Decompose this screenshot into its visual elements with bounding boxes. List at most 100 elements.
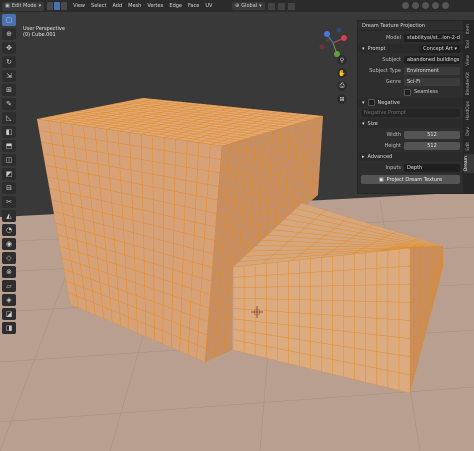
select-mode-group — [47, 2, 68, 10]
viewport-info: User Perspective (0) Cube.001 — [23, 26, 65, 38]
zoom-icon[interactable]: ⚲ — [337, 55, 347, 65]
tab-blenderkit[interactable]: BlenderKit — [466, 70, 471, 97]
transform-orientation-dropdown[interactable]: ⊕ Global ▾ — [232, 2, 265, 10]
mode-selector[interactable]: ▣ Edit Mode ▾ — [2, 1, 45, 11]
tab-item[interactable]: Item — [466, 22, 471, 36]
chevron-down-icon: ▾ — [362, 99, 365, 106]
menu-face[interactable]: Face — [188, 3, 199, 9]
move-tool-icon[interactable]: ✥ — [2, 42, 16, 54]
rotate-tool-icon[interactable]: ↻ — [2, 56, 16, 68]
width-field[interactable]: 512 — [404, 130, 460, 139]
shrink-tool-icon[interactable]: ⊗ — [2, 266, 16, 278]
paint-tool-icon[interactable]: ◨ — [2, 322, 16, 334]
camera-icon[interactable]: ⎙ — [337, 81, 347, 91]
grid-icon[interactable]: ⊞ — [337, 94, 347, 104]
inputs-dropdown[interactable]: Depth — [404, 163, 460, 172]
chevron-down-icon: ▾ — [362, 45, 365, 52]
xray-icon[interactable] — [422, 2, 429, 9]
size-section-header[interactable]: ▾ Size — [358, 119, 463, 128]
inset-tool-icon[interactable]: ◫ — [2, 154, 16, 166]
proportional-edit-icon[interactable] — [287, 2, 295, 10]
genre-row: Genre Sci-Fi — [361, 77, 460, 86]
tab-dream[interactable]: Dream — [463, 154, 474, 174]
subject-type-row: Subject Type Environment — [361, 66, 460, 75]
seamless-checkbox[interactable] — [404, 88, 411, 96]
visibility-icon[interactable] — [402, 2, 409, 9]
tab-tool[interactable]: Tool — [466, 38, 471, 51]
tab-view[interactable]: View — [466, 53, 471, 68]
extrude-tool-icon[interactable]: ⬒ — [2, 140, 16, 152]
dream-texture-panel: Dream Texture Projection Model stability… — [357, 20, 464, 194]
shear-tool-icon[interactable]: ▱ — [2, 280, 16, 292]
panel-title: Dream Texture Projection — [358, 21, 463, 31]
add-cube-tool-icon[interactable]: ◧ — [2, 126, 16, 138]
header-bar: ▣ Edit Mode ▾ View Select Add Mesh Verte… — [0, 0, 474, 12]
subject-label: Subject — [382, 56, 401, 63]
snap-icon[interactable] — [277, 2, 285, 10]
vertex-select-icon[interactable] — [47, 2, 54, 10]
orientation-label: Global — [241, 3, 258, 9]
height-field[interactable]: 512 — [404, 141, 460, 150]
overlay-icon[interactable] — [412, 2, 419, 9]
transform-tool-icon[interactable]: ⊞ — [2, 84, 16, 96]
inputs-label: Inputs — [385, 164, 401, 171]
annotate-tool-icon[interactable]: ✎ — [2, 98, 16, 110]
prompt-preset-dropdown[interactable]: Concept Art ▾ — [420, 44, 460, 53]
knife-tool-icon[interactable]: ✂ — [2, 196, 16, 208]
edge-select-icon[interactable] — [54, 2, 61, 10]
tab-dev[interactable]: Dev — [466, 125, 471, 138]
menu-uv[interactable]: UV — [205, 3, 212, 9]
tab-hardops[interactable]: HardOps — [466, 99, 471, 123]
menu-mesh[interactable]: Mesh — [128, 3, 141, 9]
menu-add[interactable]: Add — [112, 3, 122, 9]
advanced-section-header[interactable]: ▸ Advanced — [358, 152, 463, 161]
genre-label: Genre — [385, 78, 401, 85]
advanced-section-label: Advanced — [367, 153, 393, 160]
hand-pan-icon[interactable]: ✋ — [337, 68, 347, 78]
model-dropdown[interactable]: stabilityai/st...ion-2-depth — [404, 33, 460, 42]
project-dream-texture-button[interactable]: ▣ Project Dream Texture — [361, 175, 460, 184]
bevel-tool-icon[interactable]: ◩ — [2, 168, 16, 180]
tool-shelf: ▢ ⊕ ✥ ↻ ⇲ ⊞ ✎ ◺ ◧ ⬒ ◫ ◩ ⊟ ✂ ◭ ◔ ◉ ◇ ⊗ ▱ … — [2, 14, 18, 334]
subject-type-dropdown[interactable]: Environment — [404, 66, 460, 75]
select-box-icon[interactable]: ▢ — [2, 14, 16, 26]
menu-view[interactable]: View — [73, 3, 85, 9]
scale-tool-icon[interactable]: ⇲ — [2, 70, 16, 82]
inputs-row: Inputs Depth — [361, 163, 460, 172]
negative-section-header[interactable]: ▾ Negative — [358, 98, 463, 107]
measure-tool-icon[interactable]: ◺ — [2, 112, 16, 124]
shading-solid-icon[interactable] — [432, 2, 439, 9]
seamless-label: Seamless — [414, 89, 438, 95]
tab-edit[interactable]: Edit — [466, 140, 471, 153]
sidebar-tabs: Item Tool View BlenderKit HardOps Dev Ed… — [463, 20, 474, 194]
width-label: Width — [386, 131, 401, 138]
face-select-icon[interactable] — [61, 2, 68, 10]
seamless-row[interactable]: Seamless — [404, 88, 460, 96]
edit-mode-icon: ▣ — [5, 3, 10, 9]
shading-material-icon[interactable] — [442, 2, 449, 9]
spin-tool-icon[interactable]: ◔ — [2, 224, 16, 236]
header-menu: View Select Add Mesh Vertex Edge Face UV — [73, 3, 212, 9]
edge-slide-tool-icon[interactable]: ◇ — [2, 252, 16, 264]
navigation-tools: ⚲ ✋ ⎙ ⊞ — [337, 55, 347, 104]
poly-build-tool-icon[interactable]: ◭ — [2, 210, 16, 222]
rip-tool-icon[interactable]: ◈ — [2, 294, 16, 306]
globe-icon: ⊕ — [235, 3, 240, 9]
subject-input[interactable]: abandoned buildings — [404, 55, 460, 64]
menu-vertex[interactable]: Vertex — [147, 3, 163, 9]
cursor-tool-icon[interactable]: ⊕ — [2, 28, 16, 40]
negative-prompt-input[interactable]: Negative Prompt — [361, 109, 460, 117]
genre-dropdown[interactable]: Sci-Fi — [404, 77, 460, 86]
pivot-icon[interactable] — [267, 2, 275, 10]
chevron-down-icon: ▾ — [259, 3, 262, 9]
dream-tool-icon[interactable]: ◪ — [2, 308, 16, 320]
transform-controls: ⊕ Global ▾ — [232, 2, 295, 10]
loop-cut-tool-icon[interactable]: ⊟ — [2, 182, 16, 194]
negative-section-label: Negative — [377, 99, 400, 106]
menu-edge[interactable]: Edge — [169, 3, 182, 9]
smooth-tool-icon[interactable]: ◉ — [2, 238, 16, 250]
model-row: Model stabilityai/st...ion-2-depth — [361, 33, 460, 42]
menu-select[interactable]: Select — [91, 3, 106, 9]
prompt-section-header[interactable]: ▾ Prompt Concept Art ▾ — [358, 44, 463, 53]
negative-checkbox[interactable] — [367, 99, 375, 106]
